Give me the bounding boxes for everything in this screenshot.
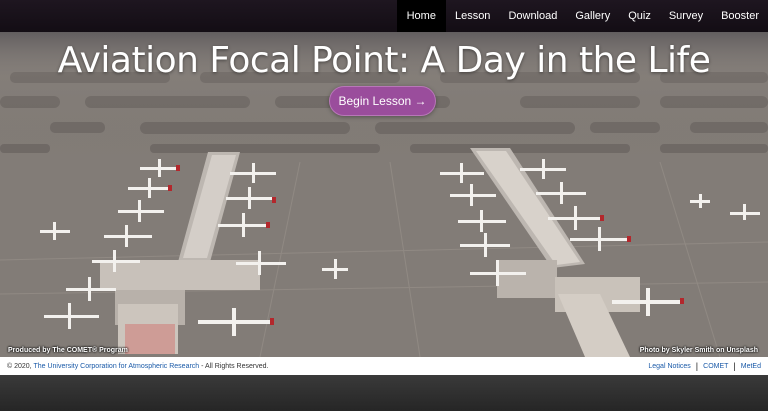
divider: |: [733, 361, 736, 371]
nav-download[interactable]: Download: [499, 0, 566, 32]
footer-links: Legal Notices | COMET | MetEd: [648, 361, 761, 371]
copyright-suffix: - All Rights Reserved.: [199, 362, 269, 370]
hero-banner: Aviation Focal Point: A Day in the Life …: [0, 32, 768, 357]
top-nav: Home Lesson Download Gallery Quiz Survey…: [0, 0, 768, 32]
copyright-notice: © 2020, The University Corporation for A…: [7, 363, 268, 370]
photo-credit: Photo by Skyler Smith on Unsplash: [639, 347, 758, 354]
divider: |: [695, 361, 699, 371]
comet-link[interactable]: COMET: [703, 363, 728, 370]
nav-quiz[interactable]: Quiz: [619, 0, 660, 32]
copyright-prefix: © 2020,: [7, 362, 34, 370]
producer-credit: Produced by The COMET® Program: [8, 347, 128, 354]
begin-lesson-button[interactable]: Begin Lesson →: [329, 86, 436, 116]
meted-link[interactable]: MetEd: [741, 363, 761, 370]
legal-notices-link[interactable]: Legal Notices: [648, 363, 690, 370]
nav-lesson[interactable]: Lesson: [446, 0, 499, 32]
nav-gallery[interactable]: Gallery: [566, 0, 619, 32]
footer: © 2020, The University Corporation for A…: [0, 357, 768, 375]
ucar-link[interactable]: The University Corporation for Atmospher…: [33, 363, 199, 370]
page-background: [0, 375, 768, 411]
nav-home[interactable]: Home: [396, 0, 446, 32]
nav-survey[interactable]: Survey: [660, 0, 712, 32]
page-title: Aviation Focal Point: A Day in the Life: [57, 40, 711, 81]
nav-booster[interactable]: Booster: [712, 0, 768, 32]
